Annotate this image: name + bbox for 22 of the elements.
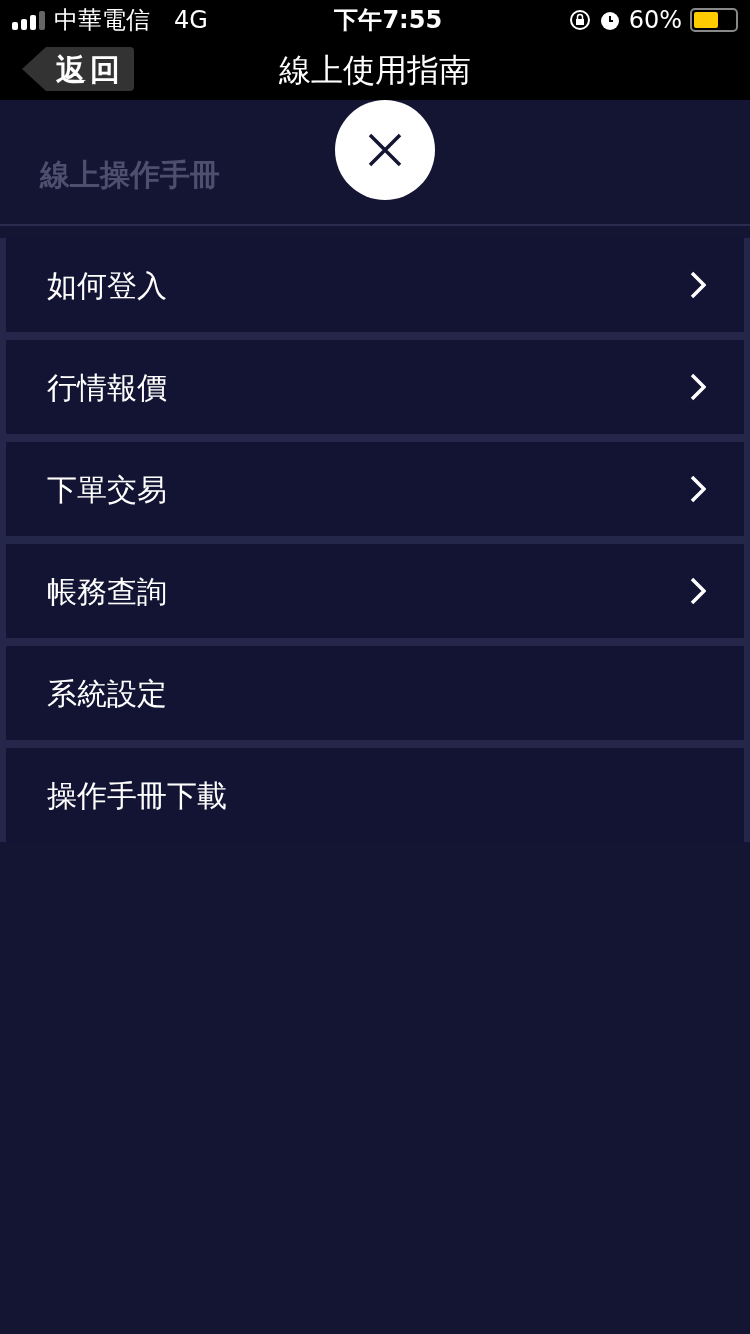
menu-item[interactable]: 行情報價 [6, 340, 744, 434]
rotation-lock-icon [568, 9, 591, 31]
chevron-right-icon [690, 373, 706, 401]
page-title: 線上使用指南 [279, 50, 471, 91]
section-title: 線上操作手冊 [40, 156, 220, 194]
battery-percent: 60% [628, 5, 682, 36]
signal-icon [12, 10, 46, 30]
close-icon [368, 133, 402, 167]
alarm-icon [598, 9, 621, 31]
menu-item[interactable]: 帳務查詢 [6, 544, 744, 638]
network-type: 4G [174, 5, 208, 36]
menu-item[interactable]: 下單交易 [6, 442, 744, 536]
menu-item[interactable]: 系統設定 [6, 646, 744, 740]
chevron-right-icon [690, 475, 706, 503]
chevron-right-icon [690, 271, 706, 299]
chevron-right-icon [690, 577, 706, 605]
menu-item[interactable]: 操作手冊下載 [6, 748, 744, 842]
back-button[interactable]: 返回 [22, 47, 134, 91]
carrier-name: 中華電信 [54, 5, 150, 36]
battery-icon [690, 8, 738, 32]
menu-item[interactable]: 如何登入 [6, 238, 744, 332]
clock-time: 下午7:55 [334, 5, 443, 36]
